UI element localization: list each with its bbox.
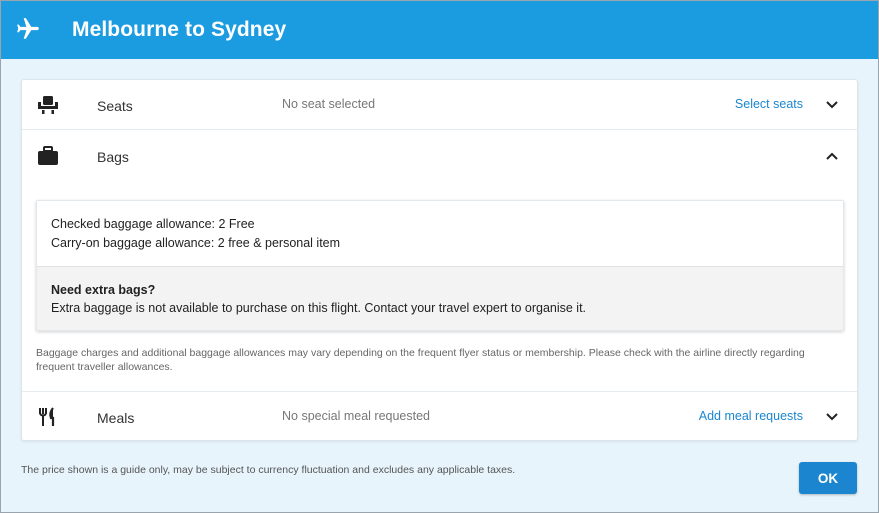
chevron-down-icon[interactable] — [825, 100, 839, 110]
ok-button[interactable]: OK — [799, 462, 857, 494]
meals-label: Meals — [97, 410, 135, 426]
fork-knife-icon — [39, 407, 55, 426]
seat-icon — [38, 96, 58, 114]
add-meal-requests-link[interactable]: Add meal requests — [699, 409, 803, 423]
baggage-allowance-panel: Checked baggage allowance: 2 Free Carry-… — [36, 200, 844, 331]
chevron-down-icon[interactable] — [825, 412, 839, 422]
bags-label: Bags — [97, 149, 129, 165]
dialog-header: Melbourne to Sydney — [1, 1, 878, 59]
checked-baggage-allowance: Checked baggage allowance: 2 Free — [51, 217, 255, 231]
seats-status: No seat selected — [282, 97, 376, 111]
meals-status: No special meal requested — [282, 409, 430, 423]
extras-card: Seats No seat selected Select seats Bags… — [21, 79, 858, 441]
carry-on-baggage-allowance: Carry-on baggage allowance: 2 free & per… — [51, 236, 341, 250]
seats-label: Seats — [97, 98, 133, 114]
select-seats-link[interactable]: Select seats — [735, 97, 803, 111]
airplane-icon — [17, 18, 39, 39]
extra-bags-heading: Need extra bags? — [51, 283, 156, 297]
page-title: Melbourne to Sydney — [72, 18, 287, 41]
price-disclaimer: The price shown is a guide only, may be … — [21, 464, 516, 476]
baggage-disclaimer: Baggage charges and additional baggage a… — [36, 347, 805, 373]
bags-row[interactable]: Bags — [22, 131, 857, 181]
flight-extras-dialog: Melbourne to Sydney Seats No seat select… — [0, 0, 879, 513]
extra-bags-section: Need extra bags? Extra baggage is not av… — [37, 266, 843, 330]
extra-bags-text: Extra baggage is not available to purcha… — [51, 301, 587, 315]
seats-row[interactable]: Seats No seat selected Select seats — [22, 80, 857, 130]
chevron-up-icon[interactable] — [825, 151, 839, 161]
meals-row[interactable]: Meals No special meal requested Add meal… — [22, 391, 857, 441]
briefcase-icon — [38, 146, 58, 165]
